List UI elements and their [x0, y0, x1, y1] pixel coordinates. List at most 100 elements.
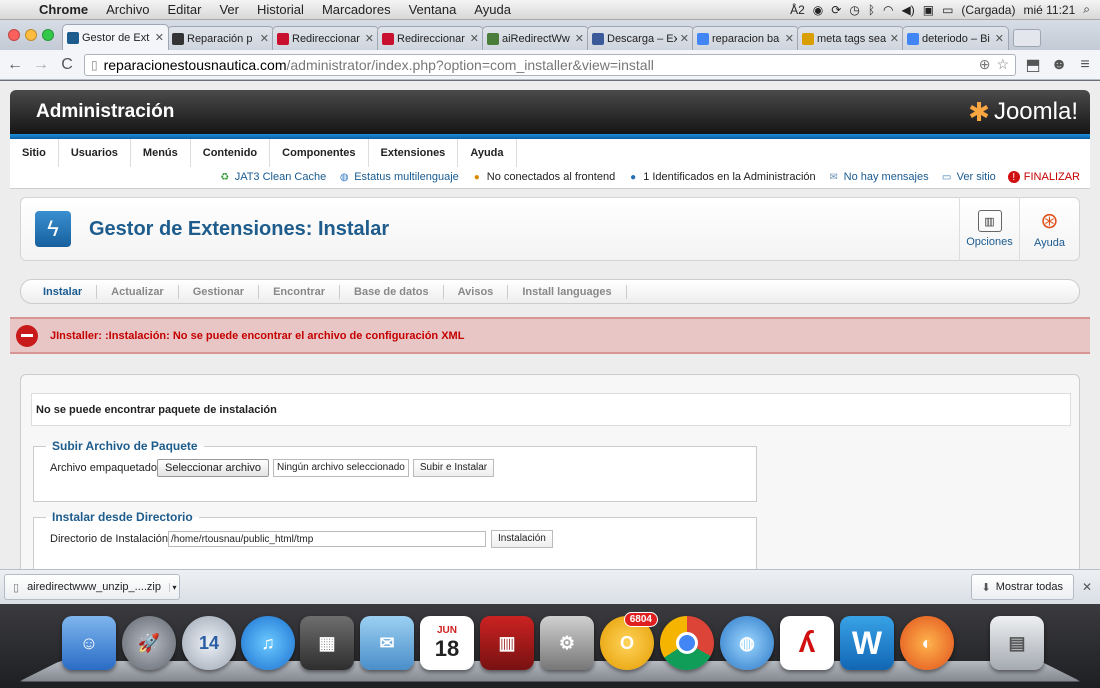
new-tab-button[interactable] [1013, 29, 1041, 47]
submenu-tab[interactable]: Encontrar [259, 284, 341, 299]
admin-menu-item[interactable]: Componentes [270, 139, 369, 167]
help-button[interactable]: ⊛ Ayuda [1019, 197, 1079, 261]
browser-tab[interactable]: Gestor de Ext ✕ [62, 24, 169, 50]
messages-link[interactable]: ✉ No hay mensajes [828, 171, 928, 183]
admin-menu-item[interactable]: Ayuda [458, 139, 517, 167]
time-machine-dock-icon[interactable]: 14 [182, 616, 236, 670]
cache-link[interactable]: ♻ JAT3 Clean Cache [219, 171, 326, 183]
battery-icon[interactable]: ▭ [942, 3, 953, 17]
sync-icon[interactable]: ⟳ [831, 3, 841, 17]
admin-menu-item[interactable]: Extensiones [369, 139, 459, 167]
bluetooth-icon[interactable]: ᛒ [868, 3, 875, 17]
finder-icon[interactable]: ☺ [62, 616, 116, 670]
close-tab-icon[interactable]: ✕ [680, 32, 689, 45]
clock[interactable]: mié 11:21 [1023, 3, 1075, 17]
browser-tab[interactable]: Redireccionar ✕ [272, 26, 379, 50]
close-tab-icon[interactable]: ✕ [995, 32, 1004, 45]
chrome-dock-icon[interactable] [660, 616, 714, 670]
menu-app-name[interactable]: Chrome [30, 2, 97, 17]
google-icon [907, 32, 919, 45]
browser-tab[interactable]: aiRedirectWw ✕ [482, 26, 589, 50]
forward-icon[interactable]: → [32, 56, 50, 74]
menu-ayuda[interactable]: Ayuda [465, 2, 520, 17]
close-tab-icon[interactable]: ✕ [785, 32, 794, 45]
submenu-tab[interactable]: Base de datos [340, 284, 444, 299]
menu-archivo[interactable]: Archivo [97, 2, 158, 17]
admin-menu-item[interactable]: Menús [131, 139, 191, 167]
choose-file-button[interactable]: Seleccionar archivo [157, 459, 270, 477]
close-tab-icon[interactable]: ✕ [260, 32, 269, 45]
close-tab-icon[interactable]: ✕ [575, 32, 584, 45]
browser-tab[interactable]: Redireccionar ✕ [377, 26, 484, 50]
url-input[interactable]: ▯ reparacionestousnautica.com/administra… [84, 53, 1016, 76]
download-item[interactable]: ▯ airedirectwww_unzip_....zip ▾ [4, 574, 180, 600]
download-menu-icon[interactable]: ▾ [168, 582, 179, 592]
time-machine-icon[interactable]: ◷ [849, 3, 859, 17]
admin-menu-item[interactable]: Contenido [191, 139, 271, 167]
browser-tab[interactable]: deteriodo – Bi ✕ [902, 26, 1009, 50]
close-tab-icon[interactable]: ✕ [365, 32, 374, 45]
photo-booth-icon[interactable]: ▥ [480, 616, 534, 670]
minimize-window-icon[interactable] [25, 29, 37, 41]
submenu-tab[interactable]: Gestionar [179, 284, 260, 299]
multilang-link[interactable]: ◍ Estatus multilenguaje [338, 171, 459, 183]
bookmark-star-icon[interactable]: ☆ [996, 56, 1009, 73]
network-globe-icon[interactable]: ◍ [720, 616, 774, 670]
browser-tab[interactable]: Descarga – Ex ✕ [587, 26, 694, 50]
mailbox-app-icon[interactable]: O 6804 [600, 612, 658, 670]
system-preferences-icon[interactable]: ⚙ [540, 616, 594, 670]
menu-historial[interactable]: Historial [248, 2, 313, 17]
chrome-menu-icon[interactable]: ≡ [1076, 56, 1094, 74]
submenu-tab[interactable]: Install languages [508, 284, 627, 299]
submenu-tab[interactable]: Actualizar [97, 284, 179, 299]
eye-icon[interactable]: ◉ [813, 3, 823, 17]
download-filename: airedirectwww_unzip_....zip [27, 581, 161, 593]
calendar-icon[interactable]: JUN 18 [420, 616, 474, 670]
menu-ver[interactable]: Ver [210, 2, 248, 17]
itunes-icon[interactable]: ♫ [241, 616, 295, 670]
submenu-tab[interactable]: Instalar [29, 284, 98, 299]
close-tab-icon[interactable]: ✕ [890, 32, 899, 45]
word-icon[interactable]: W [840, 616, 894, 670]
submenu-tabs: Instalar Actualizar Gestionar Encontrar Base… [20, 279, 1080, 304]
menu-ventana[interactable]: Ventana [400, 2, 466, 17]
logout-link[interactable]: ! FINALIZAR [1007, 171, 1080, 183]
admin-menu-item[interactable]: Usuarios [59, 139, 131, 167]
close-tab-icon[interactable]: ✕ [470, 32, 479, 45]
zoom-window-icon[interactable] [42, 29, 54, 41]
submenu-tab[interactable]: Avisos [444, 284, 509, 299]
acrobat-icon[interactable]: ʎ [780, 616, 834, 670]
upload-legend: Subir Archivo de Paquete [52, 439, 198, 453]
joomla-logo[interactable]: ✱ Joomla! [968, 97, 1078, 128]
adobe-icon[interactable]: Å2 [790, 3, 805, 17]
spotlight-icon[interactable]: ⌕ [1083, 2, 1090, 17]
view-site-link[interactable]: ▭ Ver sitio [941, 171, 996, 183]
close-download-bar-icon[interactable]: ✕ [1074, 580, 1100, 594]
close-window-icon[interactable] [8, 29, 20, 41]
zoom-icon[interactable]: ⊕ [979, 56, 991, 73]
trash-icon[interactable]: ▤ [990, 616, 1044, 670]
directory-input[interactable] [168, 531, 487, 547]
menu-marcadores[interactable]: Marcadores [313, 2, 400, 17]
extension-ghost-icon[interactable]: ☻ [1050, 56, 1068, 74]
upload-install-button[interactable]: Subir e Instalar [412, 459, 495, 477]
directory-install-button[interactable]: Instalación [491, 530, 553, 548]
admin-menu-item[interactable]: Sitio [10, 139, 59, 167]
screen-icon[interactable]: ▣ [923, 3, 934, 17]
options-button[interactable]: ▥ Opciones [959, 197, 1019, 261]
menu-editar[interactable]: Editar [158, 2, 210, 17]
mail-dock-icon[interactable]: ✉ [360, 616, 414, 670]
wifi-icon[interactable]: ◠ [883, 3, 893, 17]
browser-tab[interactable]: reparacion ba ✕ [692, 26, 799, 50]
browser-tab[interactable]: meta tags sea ✕ [797, 26, 904, 50]
browser-tab[interactable]: Reparación p ✕ [167, 26, 274, 50]
launchpad-icon[interactable]: 🚀 [122, 616, 176, 670]
firefox-icon[interactable]: ◐ [900, 616, 954, 670]
extension-icon[interactable]: ⬒ [1024, 55, 1042, 75]
reload-icon[interactable]: C [58, 56, 76, 74]
calculator-icon[interactable]: ▦ [300, 616, 354, 670]
close-tab-icon[interactable]: ✕ [155, 31, 164, 44]
show-all-downloads-button[interactable]: ⬇ Mostrar todas [970, 574, 1074, 600]
volume-icon[interactable]: ◀) [902, 3, 915, 17]
back-icon[interactable]: ← [6, 56, 24, 74]
